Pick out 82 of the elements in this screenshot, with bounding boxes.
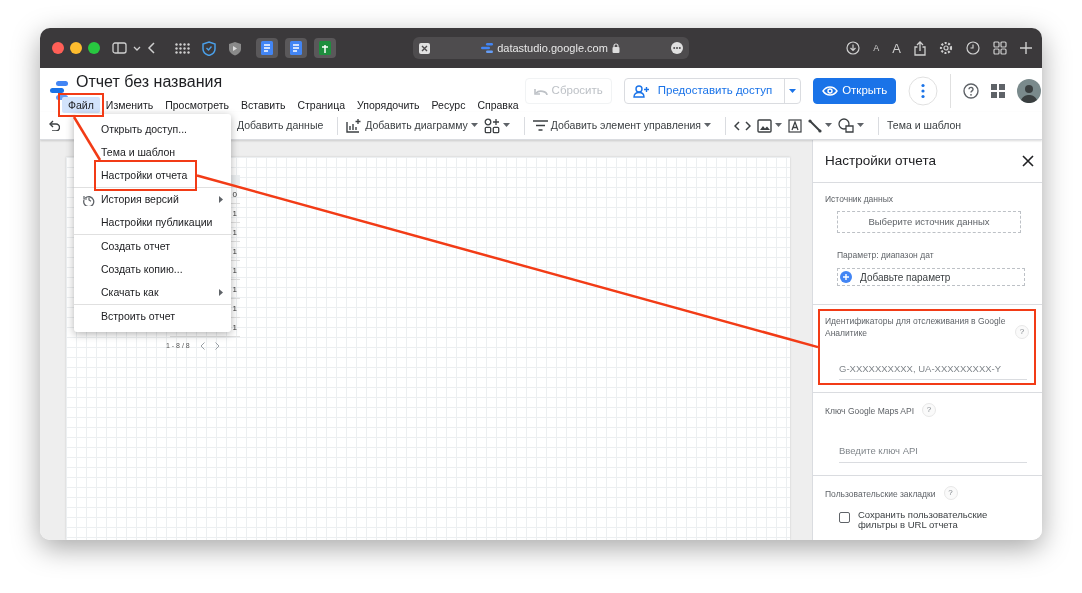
code-button[interactable]: [734, 120, 752, 131]
back-icon[interactable]: [147, 42, 155, 54]
text-larger-button[interactable]: A: [892, 41, 901, 55]
eye-icon: [822, 86, 839, 96]
menu-item[interactable]: Справка: [471, 97, 525, 113]
section-label: Идентификаторы для отслеживания в Google Аналитике: [825, 315, 1007, 339]
annotation-line: [72, 116, 102, 161]
toolbar-button[interactable]: Добавить элемент управления: [532, 117, 712, 134]
avatar-icon[interactable]: [1017, 79, 1042, 103]
help-icon[interactable]: [963, 83, 980, 99]
view-button[interactable]: Открыть: [813, 78, 897, 104]
menu-item[interactable]: Вставить: [234, 97, 292, 113]
report-title[interactable]: Отчет без названия: [76, 72, 525, 92]
text-box-button[interactable]: [788, 118, 803, 133]
caret-icon[interactable]: [789, 88, 797, 94]
pinned-tab[interactable]: [314, 38, 336, 58]
chevron-down-icon[interactable]: [133, 45, 141, 51]
pinned-tab[interactable]: [256, 38, 278, 58]
address-text: datastudio.google.com: [497, 40, 608, 56]
section-label: Источник данных: [825, 193, 894, 205]
chevron-left-icon[interactable]: [199, 342, 205, 351]
undo-icon: [533, 86, 548, 96]
filter-icon: [532, 120, 548, 131]
window-control-icon[interactable]: [88, 42, 100, 54]
panel-title: Настройки отчета: [825, 151, 936, 170]
help-icon[interactable]: ?: [943, 485, 958, 500]
menu-item[interactable]: Просмотреть: [159, 97, 235, 113]
pinned-tab[interactable]: [285, 38, 307, 58]
chevron-right-icon[interactable]: [214, 342, 220, 351]
shield-icon[interactable]: [228, 40, 242, 56]
tab-overview-icon[interactable]: [993, 41, 1007, 55]
sheet-icon: [319, 41, 331, 55]
lock-icon: [611, 43, 620, 53]
menu-item[interactable]: Ресурс: [425, 97, 472, 113]
chart-add-icon: [346, 118, 363, 133]
menu-item[interactable]: Страница: [291, 97, 352, 113]
close-icon[interactable]: [419, 42, 430, 54]
download-icon[interactable]: [846, 41, 861, 55]
section-label: Пользовательские закладки: [825, 487, 936, 500]
grid-icon[interactable]: [175, 42, 190, 54]
share-icon[interactable]: [914, 40, 926, 56]
shapes-button[interactable]: [838, 118, 865, 133]
menu-item[interactable]: Изменить: [99, 97, 160, 113]
more-icon[interactable]: [671, 42, 683, 54]
plus-icon[interactable]: [1020, 42, 1032, 54]
settings-icon[interactable]: [939, 41, 953, 55]
document-icon: [290, 41, 302, 55]
shield-icon[interactable]: [202, 40, 216, 56]
add-person-icon: [632, 84, 650, 98]
text-smaller-button[interactable]: A: [873, 43, 880, 53]
menu-item[interactable]: Упорядочить: [351, 97, 426, 113]
menu-item[interactable]: Открыть доступ...: [74, 118, 231, 141]
logo-icon: [481, 43, 494, 53]
history-icon: [83, 193, 95, 206]
toolbar-button[interactable]: Тема и шаблон: [887, 117, 962, 134]
help-icon[interactable]: ?: [1015, 325, 1029, 339]
line-button[interactable]: [808, 118, 833, 133]
toolbar-button[interactable]: Добавить диаграмму: [346, 117, 478, 134]
checkbox[interactable]: [839, 511, 850, 523]
data-source-button[interactable]: Выберите источник данных: [837, 211, 1021, 233]
sidebar-icon[interactable]: [112, 42, 127, 54]
menu-item[interactable]: Файл: [62, 97, 100, 113]
close-icon[interactable]: [1022, 155, 1034, 167]
clock-icon[interactable]: [966, 41, 980, 55]
parameter-label: Параметр: диапазон дат: [837, 249, 935, 261]
apps-icon[interactable]: [991, 84, 1006, 98]
section-label: Ключ Google Maps API: [825, 405, 915, 418]
toolbar-button[interactable]: Добавить данные: [237, 117, 324, 134]
document-icon: [261, 41, 273, 55]
image-button[interactable]: [757, 118, 783, 133]
plus-circle-icon: [840, 271, 852, 283]
undo-icon[interactable]: [48, 120, 60, 131]
menu-item[interactable]: Настройки отчета: [74, 164, 231, 187]
shapes-add-button[interactable]: [483, 117, 510, 134]
address-bar[interactable]: datastudio.google.com: [413, 37, 689, 59]
menu-item[interactable]: Тема и шаблон: [74, 141, 231, 164]
add-parameter-button[interactable]: Добавьте параметр: [837, 268, 1025, 286]
checkbox-label: Сохранить пользовательские фильтры в URL отчета: [858, 509, 989, 530]
share-button[interactable]: Предоставить доступ: [623, 78, 802, 104]
window-control-icon[interactable]: [70, 42, 82, 54]
help-icon[interactable]: ?: [922, 403, 937, 418]
window-control-icon[interactable]: [52, 42, 64, 54]
